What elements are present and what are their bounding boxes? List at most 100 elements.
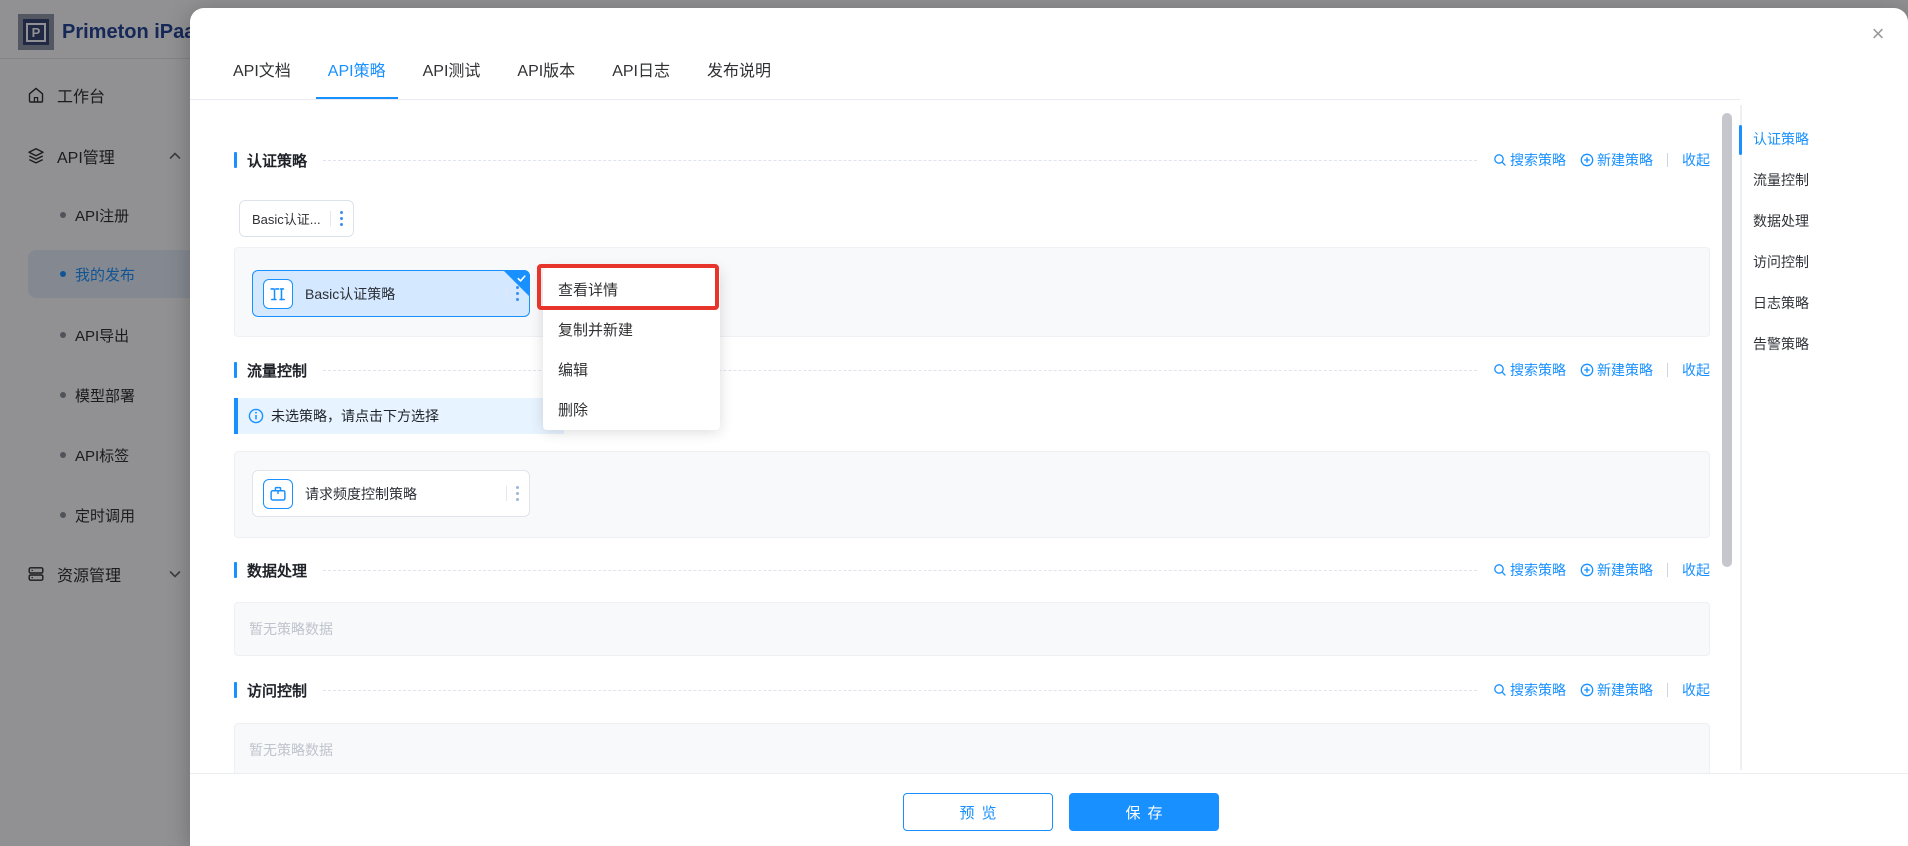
- search-policy-link[interactable]: 搜索策略: [1493, 360, 1566, 380]
- plus-circle-icon: [1580, 363, 1594, 377]
- data-policy-panel: 暂无策略数据: [234, 602, 1710, 656]
- section-title: 数据处理: [247, 560, 307, 581]
- new-policy-label: 新建策略: [1597, 360, 1653, 380]
- new-policy-label: 新建策略: [1597, 560, 1653, 580]
- plus-circle-icon: [1580, 563, 1594, 577]
- collapse-label: 收起: [1682, 680, 1710, 700]
- save-button[interactable]: 保存: [1069, 793, 1219, 831]
- link-separator: [1667, 563, 1668, 577]
- anchor-active-indicator: [1739, 125, 1742, 155]
- vertical-scrollbar-thumb[interactable]: [1722, 113, 1732, 567]
- dashed-divider: [323, 370, 1477, 371]
- new-policy-link[interactable]: 新建策略: [1580, 560, 1653, 580]
- empty-placeholder: 暂无策略数据: [235, 603, 1709, 655]
- collapse-link[interactable]: 收起: [1682, 560, 1710, 580]
- new-policy-link[interactable]: 新建策略: [1580, 680, 1653, 700]
- screen: { "colors": { "accent": "#1890ff", "anno…: [0, 0, 1908, 846]
- new-policy-label: 新建策略: [1597, 150, 1653, 170]
- search-policy-link[interactable]: 搜索策略: [1493, 680, 1566, 700]
- section-header-data: 数据处理 搜索策略 新建策略 收起: [234, 554, 1710, 586]
- flow-policy-icon: [263, 479, 293, 509]
- auth-policy-icon: [263, 279, 293, 309]
- new-policy-link[interactable]: 新建策略: [1580, 150, 1653, 170]
- anchor-rail: [1740, 105, 1742, 770]
- preview-button-label: 预览: [959, 802, 1003, 823]
- auth-policy-card-label: Basic认证策略: [305, 284, 497, 304]
- anchor-item-log[interactable]: 日志策略: [1753, 282, 1893, 323]
- anchor-item-alarm[interactable]: 告警策略: [1753, 323, 1893, 364]
- tab-api-doc[interactable]: API文档: [221, 41, 303, 99]
- search-icon: [1493, 153, 1507, 167]
- section-title: 流量控制: [247, 360, 307, 381]
- tab-release-notes[interactable]: 发布说明: [695, 41, 783, 99]
- search-policy-label: 搜索策略: [1510, 360, 1566, 380]
- search-icon: [1493, 563, 1507, 577]
- link-separator: [1667, 363, 1668, 377]
- section-title: 访问控制: [247, 680, 307, 701]
- link-separator: [1667, 153, 1668, 167]
- anchor-item-flow[interactable]: 流量控制: [1753, 159, 1893, 200]
- section-header-access: 访问控制 搜索策略 新建策略 收起: [234, 674, 1710, 706]
- menu-item-delete[interactable]: 删除: [543, 389, 720, 429]
- section-bar: [234, 682, 237, 698]
- search-icon: [1493, 683, 1507, 697]
- anchor-item-auth[interactable]: 认证策略: [1753, 118, 1893, 159]
- tab-bar: API文档 API策略 API测试 API版本 API日志 发布说明: [190, 8, 1740, 100]
- collapse-label: 收起: [1682, 360, 1710, 380]
- auth-policy-chip-label: Basic认证...: [252, 209, 321, 228]
- collapse-label: 收起: [1682, 150, 1710, 170]
- section-header-auth: 认证策略 搜索策略 新建策略 收起: [234, 144, 1710, 176]
- tab-api-test[interactable]: API测试: [411, 41, 493, 99]
- search-policy-link[interactable]: 搜索策略: [1493, 560, 1566, 580]
- menu-item-view-details[interactable]: 查看详情: [543, 269, 720, 309]
- section-bar: [234, 362, 237, 378]
- dashed-divider: [323, 160, 1477, 161]
- plus-circle-icon: [1580, 683, 1594, 697]
- kebab-menu-icon[interactable]: [330, 211, 343, 226]
- link-separator: [1667, 683, 1668, 697]
- modal-footer: 预览 保存: [190, 773, 1908, 846]
- search-policy-label: 搜索策略: [1510, 680, 1566, 700]
- menu-item-edit[interactable]: 编辑: [543, 349, 720, 389]
- context-menu: 查看详情 复制并新建 编辑 删除: [543, 268, 720, 430]
- anchor-item-access[interactable]: 访问控制: [1753, 241, 1893, 282]
- collapse-link[interactable]: 收起: [1682, 150, 1710, 170]
- search-icon: [1493, 363, 1507, 377]
- tab-api-version[interactable]: API版本: [505, 41, 587, 99]
- tab-api-log[interactable]: API日志: [600, 41, 682, 99]
- collapse-link[interactable]: 收起: [1682, 680, 1710, 700]
- search-policy-label: 搜索策略: [1510, 560, 1566, 580]
- section-bar: [234, 152, 237, 168]
- flow-policy-card-label: 请求频度控制策略: [305, 484, 497, 504]
- info-icon: [248, 408, 264, 424]
- access-policy-panel: 暂无策略数据: [234, 723, 1710, 777]
- anchor-item-data[interactable]: 数据处理: [1753, 200, 1893, 241]
- auth-policy-card[interactable]: Basic认证策略: [252, 270, 530, 317]
- section-bar: [234, 562, 237, 578]
- search-policy-label: 搜索策略: [1510, 150, 1566, 170]
- empty-placeholder: 暂无策略数据: [235, 724, 1709, 776]
- no-policy-alert: 未选策略，请点击下方选择: [234, 398, 564, 434]
- new-policy-label: 新建策略: [1597, 680, 1653, 700]
- tab-api-policy[interactable]: API策略: [316, 41, 398, 99]
- collapse-link[interactable]: 收起: [1682, 360, 1710, 380]
- search-policy-link[interactable]: 搜索策略: [1493, 150, 1566, 170]
- check-icon: [516, 273, 527, 284]
- collapse-label: 收起: [1682, 560, 1710, 580]
- kebab-menu-icon[interactable]: [506, 486, 519, 501]
- auth-policy-chip[interactable]: Basic认证...: [239, 200, 354, 237]
- save-button-label: 保存: [1125, 802, 1169, 823]
- dashed-divider: [323, 690, 1477, 691]
- no-policy-alert-text: 未选策略，请点击下方选择: [271, 406, 439, 426]
- section-header-flow: 流量控制 搜索策略 新建策略 收起: [234, 354, 1710, 386]
- close-icon[interactable]: ×: [1862, 18, 1894, 50]
- menu-item-copy-create[interactable]: 复制并新建: [543, 309, 720, 349]
- plus-circle-icon: [1580, 153, 1594, 167]
- dashed-divider: [323, 570, 1477, 571]
- anchor-nav: 认证策略 流量控制 数据处理 访问控制 日志策略 告警策略: [1753, 118, 1893, 364]
- flow-policy-card[interactable]: 请求频度控制策略: [252, 470, 530, 517]
- section-title: 认证策略: [247, 150, 307, 171]
- api-policy-modal: × API文档 API策略 API测试 API版本 API日志 发布说明 认证策…: [190, 8, 1908, 846]
- preview-button[interactable]: 预览: [903, 793, 1053, 831]
- new-policy-link[interactable]: 新建策略: [1580, 360, 1653, 380]
